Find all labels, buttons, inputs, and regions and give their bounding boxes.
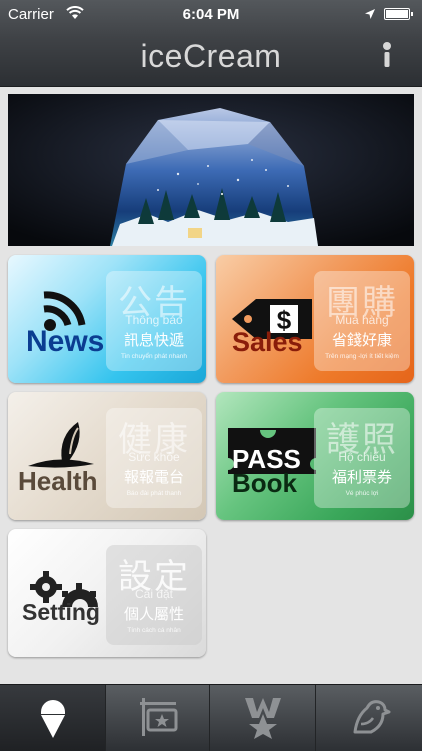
setting-subtitle-vi: Cài đặt [134, 587, 174, 601]
news-desc-vi: Tin chuyển phát nhanh [121, 353, 187, 360]
status-bar: Carrier 6:04 PM [0, 0, 422, 30]
setting-logo-text: Setting [22, 599, 100, 625]
snow-globe-image [8, 94, 414, 246]
sales-label-panel: 團購 Mua hàng 省錢好康 Trên mạng -lợi ít tiết … [314, 271, 410, 371]
passbook-tile[interactable]: PASS Book 護照 Hộ chiếu 福利票券 Vé phúc lợi [216, 392, 414, 520]
page-title: iceCream [140, 38, 282, 74]
sales-logo-text: Sales [232, 327, 303, 357]
news-label-panel: 公告 Thông báo 訊息快遞 Tin chuyển phát nhanh [106, 271, 202, 371]
news-label-zh: 訊息快遞 [123, 331, 184, 349]
tab-store[interactable] [106, 685, 210, 751]
news-subtitle-vi: Thông báo [125, 313, 183, 327]
passbook-subtitle-vi: Hộ chiếu [338, 450, 386, 464]
leaf-figure-icon [28, 422, 94, 468]
passbook-label-panel: 護照 Hộ chiếu 福利票券 Vé phúc lợi [314, 408, 410, 508]
tab-bar [0, 684, 422, 751]
sales-subtitle-vi: Mua hàng [335, 313, 389, 327]
health-logo-text: Health [18, 466, 98, 496]
passbook-logo-bottom: Book [232, 468, 297, 498]
setting-label-panel: 設定 Cài đặt 個人屬性 Tính cách cá nhân [106, 545, 202, 645]
news-tile[interactable]: News 公告 Thông báo 訊息快遞 Tin chuyển phát n… [8, 255, 206, 383]
top-bar: Carrier 6:04 PM iceCream [0, 0, 422, 87]
passbook-label-zh: 福利票券 [331, 468, 392, 486]
sales-desc-vi: Trên mạng -lợi ít tiết kiệm [325, 353, 399, 360]
health-desc-vi: Báo đài phát thanh [126, 490, 182, 497]
health-tile[interactable]: Health 健康 Sức khỏe 報報電台 Báo đài phát tha… [8, 392, 206, 520]
setting-logo [30, 571, 98, 607]
setting-desc-vi: Tính cách cá nhân [127, 627, 181, 634]
location-arrow-icon [365, 9, 375, 19]
tab-bird[interactable] [316, 685, 422, 751]
health-subtitle-vi: Sức khỏe [128, 450, 180, 464]
passbook-desc-vi: Vé phúc lợi [345, 490, 379, 497]
sales-label-zh: 省錢好康 [331, 331, 392, 349]
info-icon[interactable] [376, 40, 398, 70]
health-label-zh: 報報電台 [123, 468, 184, 486]
health-label-panel: 健康 Sức khỏe 報報電台 Báo đài phát thanh [106, 408, 202, 508]
banner-image[interactable] [8, 94, 414, 246]
battery-icon [384, 8, 413, 20]
clock: 6:04 PM [182, 6, 240, 23]
setting-label-zh: 個人屬性 [123, 605, 184, 623]
setting-tile[interactable]: Setting 設定 Cài đặt 個人屬性 Tính cách cá nhâ… [8, 529, 206, 657]
ice-cream-icon [40, 700, 65, 738]
tab-ice-cream[interactable] [0, 685, 106, 751]
bird-icon [353, 700, 391, 734]
news-logo-text: News [26, 325, 105, 358]
sales-tile[interactable]: $ Sales 團購 Mua hàng 省錢好康 Trên mạng -lợi … [216, 255, 414, 383]
w-star-icon [244, 698, 281, 739]
tab-favorites[interactable] [210, 685, 316, 751]
star-signboard-icon [139, 698, 177, 736]
